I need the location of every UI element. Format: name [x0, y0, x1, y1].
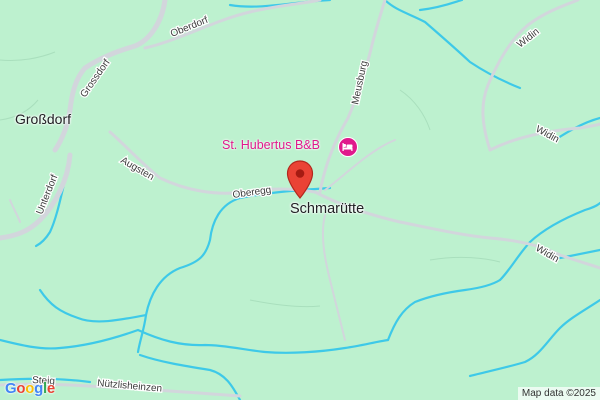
place-label-schmaruette[interactable]: Schmarütte — [290, 201, 364, 217]
road-minor — [321, 214, 346, 341]
road-minor — [324, 139, 396, 191]
stream — [386, 278, 502, 342]
stream — [468, 298, 600, 378]
stream — [418, 0, 464, 12]
stream — [383, 0, 522, 90]
logo-letter: o — [25, 380, 35, 397]
poi-label[interactable]: St. Hubertus B&B — [222, 138, 320, 152]
logo-letter: o — [16, 380, 26, 397]
road-unterdorf — [0, 152, 73, 241]
terrain-line — [429, 256, 501, 263]
road-grossdorf — [52, 0, 168, 153]
terrain-line — [399, 89, 431, 131]
stream — [38, 288, 148, 323]
logo-letter: g — [34, 380, 43, 397]
logo-letter: G — [5, 380, 17, 397]
bed-icon[interactable] — [338, 137, 358, 157]
place-label-grossdorf[interactable]: Großdorf — [15, 111, 71, 127]
logo-letter: e — [46, 380, 55, 397]
map-canvas[interactable]: Oberdorf Grossdorf Unterdorf Augsten Obe… — [0, 0, 600, 400]
stream — [0, 328, 390, 354]
waterways — [0, 0, 600, 400]
map-pin-icon[interactable] — [286, 160, 314, 200]
road-label-oberegg: Oberegg — [232, 185, 272, 201]
road-widin-top — [481, 0, 580, 152]
road-minor — [9, 199, 21, 223]
map-attribution[interactable]: Map data ©2025 — [517, 387, 600, 400]
google-logo[interactable]: Google — [5, 380, 55, 397]
road-label-widin-bottom: Widin — [534, 243, 561, 265]
road-oberdorf — [143, 0, 322, 50]
terrain-line — [249, 299, 321, 308]
road-label-oberdorf: Oberdorf — [169, 15, 210, 40]
road-label-meusburg: Meusburg — [350, 60, 370, 106]
road-label-nuetzlisheinzen: Nützlisheinzen — [97, 378, 163, 395]
road-label-widin-mid: Widin — [534, 124, 561, 145]
terrain-line — [0, 51, 56, 61]
road-label-widin-top: Widin — [515, 26, 541, 50]
map-base-layer: Oberdorf Grossdorf Unterdorf Augsten Obe… — [0, 0, 600, 400]
